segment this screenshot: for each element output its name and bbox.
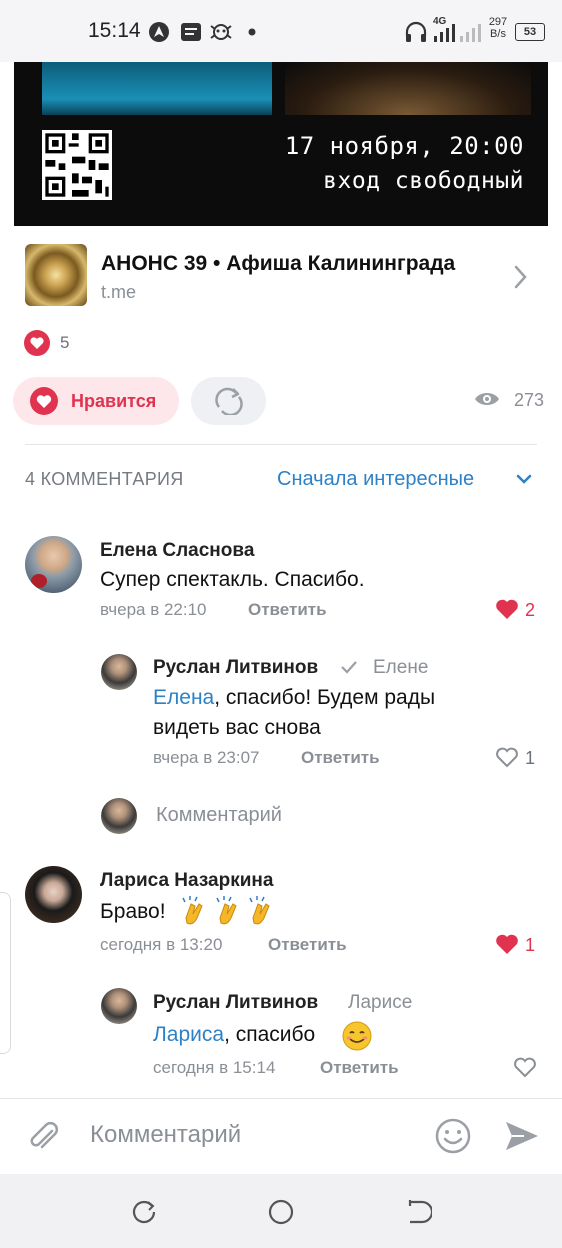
comment-input[interactable]: Комментарий <box>90 1121 241 1149</box>
heart-outline-icon[interactable] <box>513 1056 537 1078</box>
stage-photo-right <box>285 62 531 115</box>
comment-likes-count: 2 <box>525 600 536 620</box>
avatar <box>101 798 137 834</box>
reply-text-line1: , спасибо! Будем рады <box>214 686 436 709</box>
heart-filled-icon <box>30 387 58 415</box>
clapping-hands-emoji-icon <box>182 896 270 925</box>
side-panel-handle[interactable] <box>0 892 11 1054</box>
reply-to-name[interactable]: Елене <box>373 657 428 679</box>
network-speed: 297 B/s <box>485 16 511 40</box>
reply-text: Лариса, спасибо <box>153 1020 315 1050</box>
comment-time: сегодня в 13:20 <box>100 935 223 954</box>
signal-strength-icon <box>434 24 455 42</box>
qr-code-image <box>42 130 112 200</box>
link-title: АНОНС 39 • Афиша Калининграда <box>101 252 456 275</box>
reply-time: сегодня в 15:14 <box>153 1058 276 1077</box>
heart-reaction-icon[interactable] <box>24 330 50 356</box>
network-speed-value: 297 <box>488 16 508 28</box>
more-notifications-dot-icon <box>248 28 256 36</box>
like-button-label: Нравится <box>71 391 157 411</box>
battery-level: 53 <box>523 26 537 38</box>
comment-author[interactable]: Елена Сласнова <box>100 540 254 562</box>
avatar[interactable] <box>25 866 82 923</box>
network-speed-unit: B/s <box>490 28 506 40</box>
link-card[interactable]: АНОНС 39 • Афиша Калининграда t.me <box>0 226 562 318</box>
reply-text-content: , спасибо <box>224 1023 316 1046</box>
link-thumbnail <box>25 244 87 306</box>
avatar-flowers <box>31 574 47 588</box>
reactions-count[interactable]: 5 <box>60 333 69 353</box>
battery-icon: 53 <box>515 23 545 41</box>
post-image[interactable]: 17 ноября, 20:00 вход свободный <box>14 62 548 226</box>
reply-author[interactable]: Руслан Литвинов <box>153 992 318 1014</box>
views-count: 273 <box>514 390 545 410</box>
reply-button[interactable]: Ответить <box>248 600 327 620</box>
reply-author[interactable]: Руслан Литвинов <box>153 657 318 679</box>
status-bar: 15:14 4G 297 B/s 53 <box>0 0 562 62</box>
message-app-icon <box>181 23 201 41</box>
mention-link[interactable]: Елена <box>153 686 214 709</box>
signal-strength-2-icon <box>460 24 481 42</box>
reply-to-name[interactable]: Ларисе <box>348 992 412 1014</box>
bug-app-icon <box>210 24 232 40</box>
reply-text-line2: видеть вас снова <box>153 716 321 739</box>
avatar[interactable] <box>25 536 82 593</box>
send-icon[interactable] <box>504 1119 540 1153</box>
comment-author[interactable]: Лариса Назаркина <box>100 870 273 892</box>
event-entry-info: вход свободный <box>323 168 524 194</box>
comment-likes-count: 1 <box>525 935 536 955</box>
reply-button[interactable]: Ответить <box>268 935 347 955</box>
event-date: 17 ноября, 20:00 <box>284 132 524 160</box>
avatar[interactable] <box>101 988 137 1024</box>
avatar[interactable] <box>101 654 137 690</box>
stage-photo-left <box>42 62 272 115</box>
comments-count-label: 4 КОММЕНТАРИЯ <box>25 469 184 489</box>
heart-filled-icon[interactable] <box>495 933 519 955</box>
comment-text-content: Браво! <box>100 900 166 923</box>
heart-filled-icon[interactable] <box>495 598 519 620</box>
divider <box>25 444 537 445</box>
mention-link[interactable]: Лариса <box>153 1023 224 1046</box>
recent-apps-icon[interactable] <box>130 1198 158 1226</box>
comment-text: Супер спектакль. Спасибо. <box>100 568 365 591</box>
comment-composer: Комментарий <box>0 1098 562 1175</box>
share-button[interactable] <box>191 377 266 425</box>
reply-button[interactable]: Ответить <box>301 748 380 768</box>
emoji-picker-icon[interactable] <box>434 1117 472 1155</box>
verified-check-icon <box>341 661 357 674</box>
comment-time: вчера в 22:10 <box>100 600 207 619</box>
smiling-face-emoji-icon <box>342 1021 372 1051</box>
thread-reply-input[interactable]: Комментарий <box>156 804 282 827</box>
heart-outline-icon[interactable] <box>495 746 519 768</box>
eye-icon <box>475 393 499 405</box>
like-button[interactable]: Нравится <box>13 377 179 425</box>
back-icon[interactable] <box>404 1198 432 1226</box>
sort-dropdown[interactable]: Сначала интересные <box>277 468 474 491</box>
headphones-icon <box>405 21 427 42</box>
comment-text: Браво! <box>100 897 166 927</box>
reply-time: вчера в 23:07 <box>153 748 260 767</box>
reply-likes-count: 1 <box>525 748 536 768</box>
system-nav-bar <box>0 1174 562 1248</box>
reply-button[interactable]: Ответить <box>320 1058 399 1078</box>
home-icon[interactable] <box>267 1198 295 1226</box>
link-domain: t.me <box>101 282 137 302</box>
reply-text: Елена, спасибо! Будем рады видеть вас сно… <box>153 683 435 743</box>
navigation-app-icon <box>149 22 169 42</box>
status-time: 15:14 <box>88 19 141 42</box>
chevron-down-icon[interactable] <box>516 473 532 485</box>
paperclip-icon[interactable] <box>26 1119 62 1155</box>
share-icon <box>215 387 243 415</box>
chevron-right-icon <box>514 265 527 289</box>
